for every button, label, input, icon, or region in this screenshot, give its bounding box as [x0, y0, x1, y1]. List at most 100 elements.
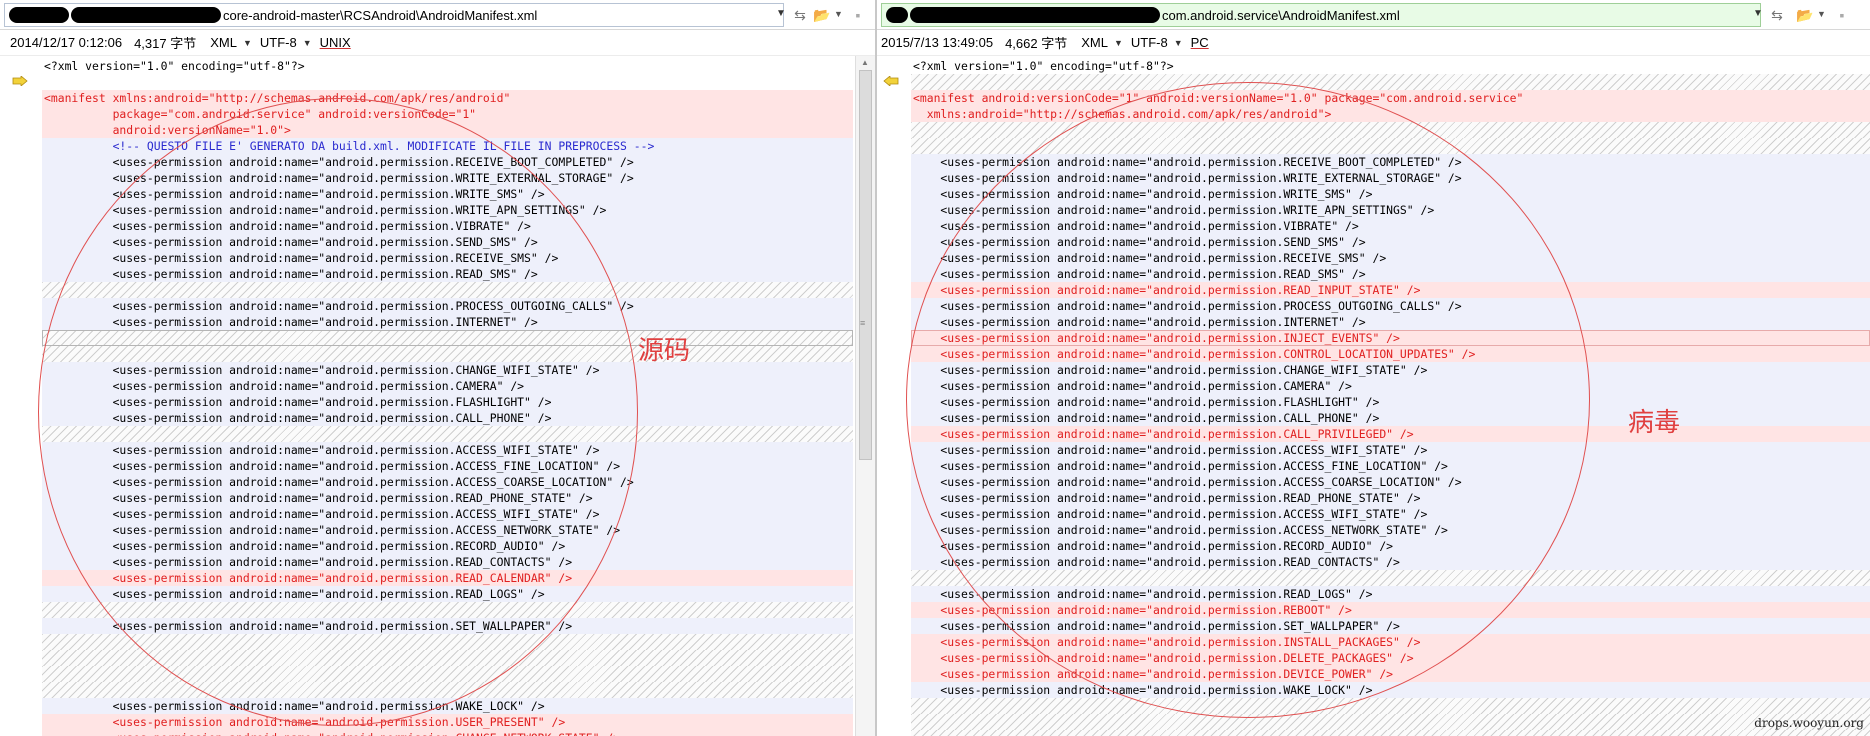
code-line[interactable]: <uses-permission android:name="android.p…: [42, 522, 853, 538]
left-save-icon[interactable]: ▪: [848, 5, 868, 25]
code-line[interactable]: <uses-permission android:name="android.p…: [911, 202, 1870, 218]
code-line[interactable]: <uses-permission android:name="android.p…: [911, 250, 1870, 266]
code-line[interactable]: <uses-permission android:name="android.p…: [911, 362, 1870, 378]
code-line[interactable]: <?xml version="1.0" encoding="utf-8"?>: [42, 58, 853, 74]
code-line[interactable]: <uses-permission android:name="android.p…: [42, 250, 853, 266]
code-line[interactable]: <uses-permission android:name="android.p…: [42, 170, 853, 186]
code-line[interactable]: <uses-permission android:name="android.p…: [911, 682, 1870, 698]
diff-gap-line[interactable]: [911, 730, 1870, 736]
right-encoding-select[interactable]: UTF-8 ▼: [1131, 35, 1183, 50]
code-line[interactable]: <uses-permission android:name="android.p…: [911, 346, 1870, 362]
left-swap-icon[interactable]: ⇆: [790, 5, 810, 25]
code-line[interactable]: <uses-permission android:name="android.p…: [42, 730, 853, 736]
code-line[interactable]: <uses-permission android:name="android.p…: [42, 474, 853, 490]
code-line[interactable]: <uses-permission android:name="android.p…: [911, 618, 1870, 634]
code-line[interactable]: <uses-permission android:name="android.p…: [42, 714, 853, 730]
right-format-select[interactable]: XML ▼: [1081, 35, 1123, 50]
code-line[interactable]: <uses-permission android:name="android.p…: [42, 442, 853, 458]
code-line[interactable]: <uses-permission android:name="android.p…: [911, 154, 1870, 170]
left-line-ending[interactable]: UNIX: [320, 35, 351, 50]
code-line[interactable]: [42, 74, 853, 90]
right-swap-icon[interactable]: ⇆: [1767, 5, 1787, 25]
code-line[interactable]: <uses-permission android:name="android.p…: [42, 394, 853, 410]
right-path-dropdown-icon[interactable]: ▼: [1753, 8, 1763, 19]
code-line[interactable]: <uses-permission android:name="android.p…: [911, 330, 1870, 346]
code-line[interactable]: <uses-permission android:name="android.p…: [911, 602, 1870, 618]
code-line[interactable]: <uses-permission android:name="android.p…: [911, 266, 1870, 282]
code-line[interactable]: <uses-permission android:name="android.p…: [911, 458, 1870, 474]
code-line[interactable]: <uses-permission android:name="android.p…: [911, 666, 1870, 682]
arrow-left-icon[interactable]: [883, 76, 899, 86]
code-line[interactable]: <uses-permission android:name="android.p…: [42, 698, 853, 714]
code-line[interactable]: <uses-permission android:name="android.p…: [911, 634, 1870, 650]
left-path-dropdown-icon[interactable]: ▼: [776, 8, 786, 19]
code-line[interactable]: <manifest android:versionCode="1" androi…: [911, 90, 1870, 106]
code-line[interactable]: <uses-permission android:name="android.p…: [42, 490, 853, 506]
left-open-dropdown-icon[interactable]: ▼: [834, 9, 843, 19]
code-line[interactable]: <uses-permission android:name="android.p…: [42, 154, 853, 170]
left-open-folder-icon[interactable]: 📂: [812, 5, 832, 25]
code-line[interactable]: <uses-permission android:name="android.p…: [911, 234, 1870, 250]
left-format-select[interactable]: XML ▼: [210, 35, 252, 50]
code-line[interactable]: <uses-permission android:name="android.p…: [42, 202, 853, 218]
code-line[interactable]: <uses-permission android:name="android.p…: [42, 538, 853, 554]
left-vertical-scrollbar[interactable]: ▲ ≡: [855, 56, 875, 736]
code-line[interactable]: <uses-permission android:name="android.p…: [42, 554, 853, 570]
code-line[interactable]: <uses-permission android:name="android.p…: [42, 618, 853, 634]
code-line[interactable]: <uses-permission android:name="android.p…: [911, 650, 1870, 666]
code-line[interactable]: <uses-permission android:name="android.p…: [42, 298, 853, 314]
code-line[interactable]: <uses-permission android:name="android.p…: [911, 442, 1870, 458]
diff-gap-line[interactable]: [911, 698, 1870, 714]
code-line[interactable]: <manifest xmlns:android="http://schemas.…: [42, 90, 853, 106]
diff-gap-line[interactable]: [42, 650, 853, 666]
code-line[interactable]: android:versionName="1.0">: [42, 122, 853, 138]
code-line[interactable]: <uses-permission android:name="android.p…: [42, 506, 853, 522]
right-code-editor[interactable]: <?xml version="1.0" encoding="utf-8"?> <m…: [911, 58, 1870, 736]
code-line[interactable]: <uses-permission android:name="android.p…: [911, 282, 1870, 298]
code-line[interactable]: <uses-permission android:name="android.p…: [911, 522, 1870, 538]
code-line[interactable]: <!-- QUESTO FILE E' GENERATO DA build.xm…: [42, 138, 853, 154]
diff-gap-line[interactable]: [42, 602, 853, 618]
code-line[interactable]: <uses-permission android:name="android.p…: [911, 394, 1870, 410]
diff-gap-line[interactable]: [911, 570, 1870, 586]
right-open-folder-icon[interactable]: 📂: [1795, 5, 1815, 25]
diff-gap-line[interactable]: [42, 282, 853, 298]
code-line[interactable]: <uses-permission android:name="android.p…: [911, 554, 1870, 570]
diff-gap-line[interactable]: [42, 634, 853, 650]
code-line[interactable]: <uses-permission android:name="android.p…: [911, 506, 1870, 522]
code-line[interactable]: <uses-permission android:name="android.p…: [911, 186, 1870, 202]
right-line-ending[interactable]: PC: [1191, 35, 1209, 50]
code-line[interactable]: <uses-permission android:name="android.p…: [42, 458, 853, 474]
scroll-up-icon[interactable]: ▲: [861, 58, 869, 67]
code-line[interactable]: <uses-permission android:name="android.p…: [911, 490, 1870, 506]
code-line[interactable]: <?xml version="1.0" encoding="utf-8"?>: [911, 58, 1870, 74]
code-line[interactable]: <uses-permission android:name="android.p…: [911, 538, 1870, 554]
code-line[interactable]: <uses-permission android:name="android.p…: [42, 186, 853, 202]
right-save-icon[interactable]: ▪: [1832, 5, 1852, 25]
left-encoding-select[interactable]: UTF-8 ▼: [260, 35, 312, 50]
code-line[interactable]: <uses-permission android:name="android.p…: [911, 586, 1870, 602]
code-line[interactable]: xmlns:android="http://schemas.android.co…: [911, 106, 1870, 122]
code-line[interactable]: <uses-permission android:name="android.p…: [42, 362, 853, 378]
diff-gap-line[interactable]: [42, 426, 853, 442]
code-line[interactable]: <uses-permission android:name="android.p…: [42, 314, 853, 330]
left-path-input[interactable]: core-android-master\RCSAndroid\AndroidMa…: [4, 3, 784, 27]
diff-gap-line[interactable]: [42, 346, 853, 362]
left-scrollbar-thumb[interactable]: [859, 70, 872, 460]
code-line[interactable]: <uses-permission android:name="android.p…: [911, 170, 1870, 186]
diff-gap-line[interactable]: [42, 330, 853, 346]
code-line[interactable]: <uses-permission android:name="android.p…: [911, 426, 1870, 442]
code-line[interactable]: <uses-permission android:name="android.p…: [42, 266, 853, 282]
diff-gap-line[interactable]: [42, 682, 853, 698]
diff-gap-line[interactable]: [911, 138, 1870, 154]
diff-gap-line[interactable]: [911, 122, 1870, 138]
code-line[interactable]: <uses-permission android:name="android.p…: [911, 218, 1870, 234]
left-code-editor[interactable]: <?xml version="1.0" encoding="utf-8"?> <m…: [42, 58, 853, 736]
code-line[interactable]: <uses-permission android:name="android.p…: [911, 410, 1870, 426]
diff-gap-line[interactable]: [911, 74, 1870, 90]
code-line[interactable]: <uses-permission android:name="android.p…: [42, 218, 853, 234]
right-open-dropdown-icon[interactable]: ▼: [1817, 9, 1826, 19]
code-line[interactable]: <uses-permission android:name="android.p…: [911, 298, 1870, 314]
code-line[interactable]: <uses-permission android:name="android.p…: [911, 314, 1870, 330]
code-line[interactable]: <uses-permission android:name="android.p…: [42, 378, 853, 394]
